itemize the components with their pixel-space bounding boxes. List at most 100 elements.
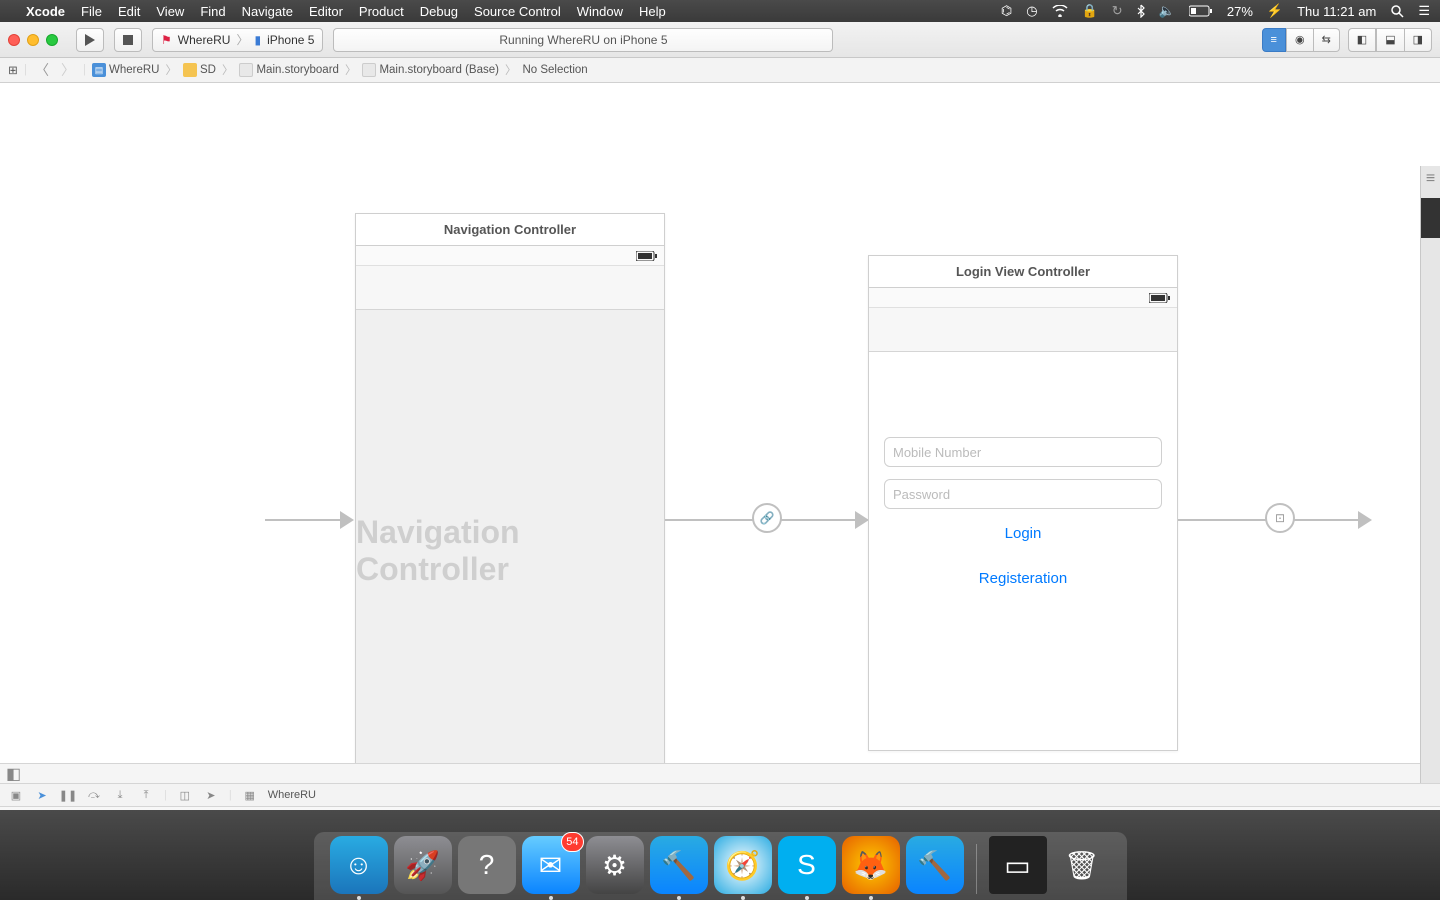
step-into-icon[interactable]: ⤓ [112, 787, 128, 803]
document-outline-toggle-icon[interactable]: ◧ [6, 764, 21, 784]
utilities-panel-sliver[interactable]: ≡ [1420, 166, 1440, 783]
zoom-window-button[interactable] [46, 34, 58, 46]
toggle-utilities-button[interactable]: ◨ [1405, 28, 1432, 52]
version-editor-button[interactable]: ⇆ [1314, 28, 1340, 52]
toggle-debug-button[interactable]: ⬓ [1376, 28, 1404, 52]
menu-file[interactable]: File [81, 4, 102, 19]
dropbox-icon[interactable]: ⌬ [1001, 3, 1012, 19]
jump-project[interactable]: ▤ WhereRU [90, 63, 161, 77]
step-out-icon[interactable]: ⤒ [138, 787, 154, 803]
storyboard-icon [362, 63, 376, 77]
menu-view[interactable]: View [156, 4, 184, 19]
finder-icon[interactable]: ☺ [330, 836, 388, 894]
jump-folder[interactable]: SD [181, 63, 218, 77]
bluetooth-icon[interactable] [1137, 4, 1145, 18]
menu-editor[interactable]: Editor [309, 4, 343, 19]
activity-status: Running WhereRU on iPhone 5 [333, 28, 833, 52]
forward-button[interactable]: 〉 [57, 60, 79, 80]
menu-source-control[interactable]: Source Control [474, 4, 561, 19]
battery-icon [636, 251, 658, 261]
window-controls [8, 34, 58, 46]
storyboard-icon [239, 63, 253, 77]
toggle-navigator-button[interactable]: ◧ [1348, 28, 1376, 52]
system-preferences-icon[interactable]: ⚙ [586, 836, 644, 894]
close-window-button[interactable] [8, 34, 20, 46]
battery-percent: 27% [1227, 4, 1253, 19]
menu-product[interactable]: Product [359, 4, 404, 19]
volume-icon[interactable]: 🔈 [1159, 3, 1175, 19]
skype-icon[interactable]: S [778, 836, 836, 894]
menu-debug[interactable]: Debug [420, 4, 458, 19]
debug-view-icon[interactable]: ◫ [177, 787, 193, 803]
wifi-icon[interactable] [1052, 5, 1068, 17]
password-field[interactable]: Password [884, 479, 1162, 509]
xcode-beta-icon[interactable]: 🔨 [906, 836, 964, 894]
initial-view-controller-arrow[interactable] [265, 511, 354, 529]
registration-button[interactable]: Registeration [884, 570, 1162, 587]
trash-icon[interactable]: 🗑 [1053, 836, 1111, 894]
navigation-controller-scene[interactable]: Navigation Controller Navigation Control… [355, 213, 665, 783]
mail-icon[interactable]: ✉54 [522, 836, 580, 894]
menu-window[interactable]: Window [577, 4, 623, 19]
scene-status-bar [869, 288, 1177, 308]
safari-icon[interactable]: 🧭 [714, 836, 772, 894]
xcode-icon[interactable]: 🔨 [650, 836, 708, 894]
jump-storyboard[interactable]: Main.storyboard [237, 63, 340, 77]
login-button[interactable]: Login [884, 525, 1162, 542]
menu-edit[interactable]: Edit [118, 4, 140, 19]
device-icon: ▮ [254, 33, 261, 47]
scene-title: Login View Controller [869, 256, 1177, 288]
mobile-number-field[interactable]: Mobile Number [884, 437, 1162, 467]
battery-icon [1149, 293, 1171, 303]
step-over-icon[interactable]: ⤼ [86, 787, 102, 803]
stop-button[interactable] [114, 28, 142, 52]
lock-icon[interactable]: 🔒 [1082, 3, 1098, 19]
menu-help[interactable]: Help [639, 4, 666, 19]
help-icon[interactable]: ? [458, 836, 516, 894]
charging-icon: ⚡ [1267, 3, 1283, 19]
app-icon: ⚑ [161, 33, 172, 47]
panel-toggle-group: ◧ ⬓ ◨ [1348, 28, 1432, 52]
run-button[interactable] [76, 28, 104, 52]
standard-editor-button[interactable]: ≡ [1262, 28, 1286, 52]
segue-relationship-icon[interactable]: 🔗 [752, 503, 782, 533]
launchpad-icon[interactable]: 🚀 [394, 836, 452, 894]
timer-icon[interactable]: ◷ [1026, 3, 1037, 19]
scene-nav-bar [356, 266, 664, 310]
menu-navigate[interactable]: Navigate [242, 4, 293, 19]
location-icon[interactable]: ➤ [203, 787, 219, 803]
scheme-selector[interactable]: ⚑ WhereRU 〉 ▮ iPhone 5 [152, 28, 323, 52]
jump-bar: ⊞ | 〈 〉 | ▤ WhereRU 〉 SD 〉 Main.storyboa… [0, 58, 1440, 83]
minimized-window-icon[interactable]: ▭ [989, 836, 1047, 894]
debug-process-label[interactable]: WhereRU [268, 789, 316, 801]
scheme-target-label: WhereRU [178, 33, 231, 47]
jump-storyboard-base[interactable]: Main.storyboard (Base) [360, 63, 501, 77]
breakpoints-toggle-icon[interactable]: ➤ [34, 787, 50, 803]
assistant-editor-button[interactable]: ◉ [1286, 28, 1314, 52]
hide-debug-icon[interactable]: ▣ [8, 787, 24, 803]
navigation-controller-body: Navigation Controller [356, 310, 664, 783]
storyboard-canvas[interactable]: Navigation Controller Navigation Control… [0, 83, 1440, 783]
app-menu[interactable]: Xcode [26, 4, 65, 19]
project-icon: ▤ [92, 63, 106, 77]
battery-icon[interactable] [1189, 5, 1213, 17]
hamburger-icon[interactable]: ≡ [1421, 166, 1440, 188]
timemachine-icon[interactable]: ↻ [1112, 3, 1123, 19]
editor-mode-group: ≡ ◉ ⇆ [1262, 28, 1340, 52]
login-view-controller-scene[interactable]: Login View Controller Mobile Number Pass… [868, 255, 1178, 751]
status-text: Running WhereRU on iPhone 5 [499, 33, 667, 47]
firefox-icon[interactable]: 🦊 [842, 836, 900, 894]
related-items-icon[interactable]: ⊞ [6, 63, 20, 77]
clock[interactable]: Thu 11:21 am [1297, 4, 1376, 19]
minimize-window-button[interactable] [27, 34, 39, 46]
segue-push-icon[interactable]: ⊡ [1265, 503, 1295, 533]
menu-find[interactable]: Find [200, 4, 225, 19]
pause-icon[interactable]: ❚❚ [60, 787, 76, 803]
notification-center-icon[interactable]: ☰ [1418, 3, 1430, 19]
spotlight-icon[interactable] [1390, 4, 1404, 18]
xcode-toolbar: ⚑ WhereRU 〉 ▮ iPhone 5 Running WhereRU o… [0, 22, 1440, 58]
scene-status-bar [356, 246, 664, 266]
jump-selection[interactable]: No Selection [520, 64, 589, 76]
scheme-device-label: iPhone 5 [267, 33, 314, 47]
back-button[interactable]: 〈 [31, 60, 53, 80]
